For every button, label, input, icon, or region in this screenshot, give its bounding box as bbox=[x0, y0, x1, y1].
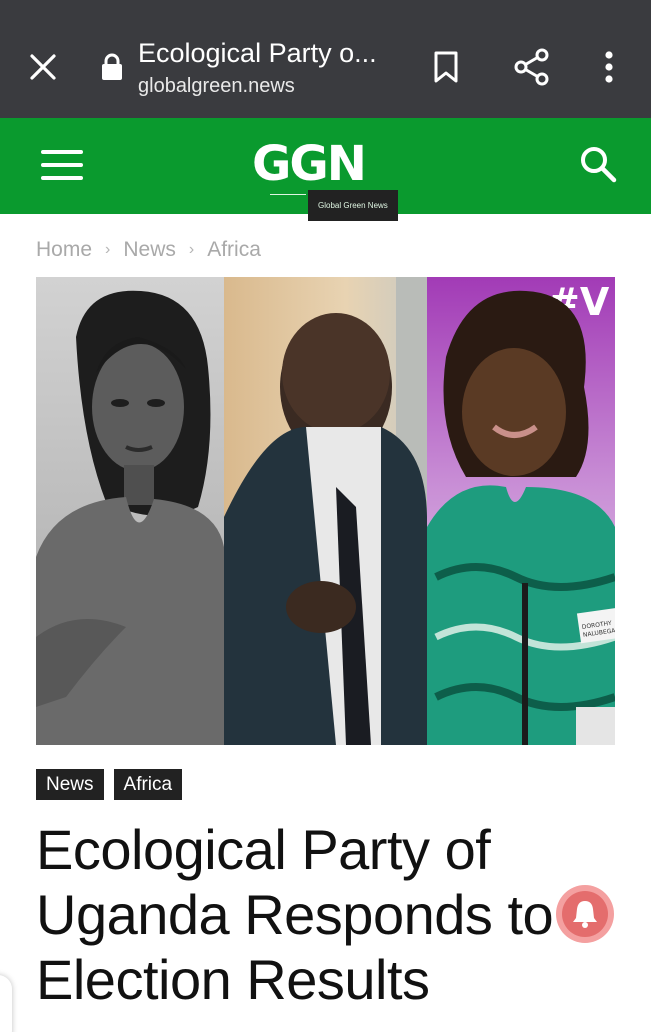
logo-tagline: Global Green News bbox=[308, 190, 398, 221]
page-title[interactable]: Ecological Party o... bbox=[138, 38, 408, 69]
browser-toolbar: Ecological Party o... globalgreen.news bbox=[0, 0, 651, 118]
portrait-right: #V DOROTHY NALUBEGA bbox=[427, 277, 615, 745]
logo-divider bbox=[270, 194, 306, 195]
hero-image: #V DOROTHY NALUBEGA bbox=[36, 277, 615, 745]
article-headline: Ecological Party of Uganda Responds to E… bbox=[36, 818, 554, 1011]
menu-icon[interactable] bbox=[38, 146, 86, 186]
chevron-right-icon: › bbox=[188, 241, 195, 258]
breadcrumb-africa[interactable]: Africa bbox=[207, 238, 261, 262]
bell-icon bbox=[562, 891, 608, 937]
side-drawer-handle[interactable] bbox=[0, 975, 12, 1032]
lock-icon bbox=[99, 52, 125, 82]
close-icon[interactable] bbox=[24, 48, 62, 86]
breadcrumb-news[interactable]: News bbox=[123, 238, 176, 262]
site-logo[interactable]: GGN Global Green News bbox=[252, 132, 398, 221]
site-header: GGN Global Green News bbox=[0, 118, 651, 221]
category-tags: News Africa bbox=[36, 769, 183, 800]
page-url[interactable]: globalgreen.news bbox=[138, 75, 295, 98]
tag-news[interactable]: News bbox=[36, 769, 104, 800]
search-icon[interactable] bbox=[576, 142, 620, 186]
breadcrumb-home[interactable]: Home bbox=[36, 238, 92, 262]
notification-bell-button[interactable] bbox=[556, 885, 614, 943]
more-vert-icon[interactable] bbox=[594, 46, 624, 88]
bookmark-icon[interactable] bbox=[428, 48, 464, 86]
logo-mark: GGN bbox=[252, 136, 367, 192]
share-icon[interactable] bbox=[511, 46, 553, 88]
portrait-left bbox=[36, 277, 224, 745]
portrait-middle bbox=[224, 277, 427, 745]
tag-africa[interactable]: Africa bbox=[113, 769, 183, 800]
chevron-right-icon: › bbox=[105, 241, 111, 258]
breadcrumb: Home › News › Africa bbox=[36, 238, 261, 262]
